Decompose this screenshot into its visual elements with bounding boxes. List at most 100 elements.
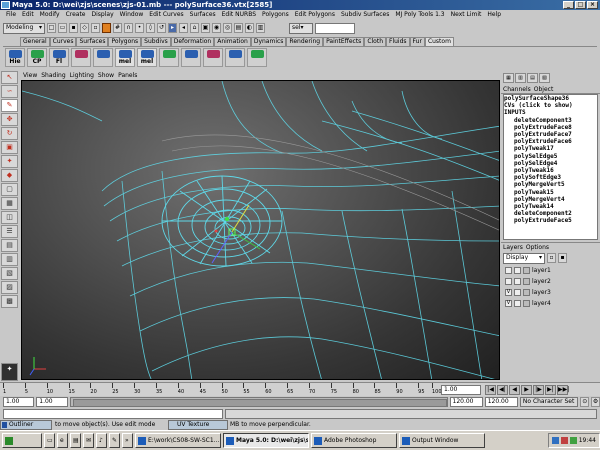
channels-menu[interactable]: Channels <box>503 85 531 93</box>
channel-layout-icon-1[interactable]: ▦ <box>503 73 514 83</box>
shelf-tab-animation[interactable]: Animation <box>214 37 251 46</box>
layout-single-icon[interactable]: ▢ <box>1 183 18 196</box>
close-button[interactable]: × <box>587 1 598 9</box>
maximize-button[interactable]: □ <box>575 1 586 9</box>
object-menu[interactable]: Object <box>534 85 554 93</box>
shelf-button-tool-10[interactable] <box>203 48 223 67</box>
mode-selector[interactable]: Modeling ▾ <box>3 22 45 34</box>
new-layer-icon[interactable]: ▫ <box>547 253 556 263</box>
show-channel-box-icon[interactable]: ▥ <box>256 23 265 33</box>
render-globals-icon[interactable]: ▤ <box>234 23 243 33</box>
taskbar-item[interactable]: Output Window <box>399 433 485 448</box>
auto-key-icon[interactable]: ⊙ <box>580 397 590 407</box>
input-node[interactable]: polyExtrudeFace7 <box>504 131 597 138</box>
layer-color-swatch[interactable] <box>523 289 530 296</box>
shelf-button-mel-1[interactable]: mel <box>115 48 135 67</box>
channel-layout-icon-3[interactable]: ▤ <box>527 73 538 83</box>
shelf-tab-rendering[interactable]: Rendering <box>286 37 324 46</box>
construction-history-icon[interactable]: ⌂ <box>190 23 199 33</box>
layer-row[interactable]: Vlayer3 <box>501 287 600 298</box>
menu-display[interactable]: Display <box>89 10 117 19</box>
taskbar-item[interactable]: Adobe Photoshop <box>311 433 397 448</box>
menu-edit-curves[interactable]: Edit Curves <box>146 10 186 19</box>
step-back-frame-button[interactable]: ◀ <box>509 385 520 395</box>
shelf-tab-deformation[interactable]: Deformation <box>170 37 215 46</box>
start-time-field[interactable]: 1.00 <box>3 397 35 407</box>
uv-texture-window-button[interactable]: UV Texture <box>168 420 228 430</box>
show-attr-icon[interactable]: ◐ <box>245 23 254 33</box>
shelf-button-fl[interactable]: Fl <box>49 48 69 67</box>
select-component-icon[interactable] <box>102 23 111 33</box>
input-node[interactable]: polySoftEdge3 <box>504 174 597 181</box>
taskbar-item[interactable]: Maya 5.0: D:\wei\zjs\s... <box>223 433 309 448</box>
layout-outliner-icon[interactable]: ▤ <box>1 239 18 252</box>
lasso-tool-icon[interactable]: ∽ <box>1 85 18 98</box>
layer-visibility-toggle[interactable]: V <box>505 300 512 307</box>
time-slider[interactable]: 1 5 10 15 20 25 30 35 40 45 50 55 60 65 70 75 80 85 90 95 10… <box>0 382 600 396</box>
last-tool-icon[interactable]: ◆ <box>1 169 18 182</box>
layout-graph-icon[interactable]: ▥ <box>1 253 18 266</box>
layer-row[interactable]: layer1 <box>501 265 600 276</box>
layer-visibility-toggle[interactable] <box>505 267 512 274</box>
input-node[interactable]: deleteComponent3 <box>504 117 597 124</box>
shelf-tab-fur[interactable]: Fur <box>409 37 425 46</box>
menu-modify[interactable]: Modify <box>37 10 63 19</box>
channel-layout-icon-2[interactable]: ▥ <box>515 73 526 83</box>
shelf-button-tool-11[interactable] <box>225 48 245 67</box>
input-node[interactable]: polyExtrudeFace6 <box>504 138 597 145</box>
ipr-render-icon[interactable]: ◎ <box>223 23 232 33</box>
layer-type-toggle[interactable] <box>514 300 521 307</box>
network-tray-icon[interactable] <box>551 437 559 444</box>
shelf-tab-cloth[interactable]: Cloth <box>364 37 386 46</box>
range-bar[interactable] <box>69 397 448 407</box>
snap-plane-icon[interactable]: ◊ <box>146 23 155 33</box>
quicklaunch-desktop-icon[interactable]: ▭ <box>44 433 55 448</box>
menu-next-limit[interactable]: Next Limit <box>448 10 485 19</box>
perspective-viewport[interactable] <box>21 80 500 380</box>
paint-select-tool-icon[interactable]: ✎ <box>1 99 18 112</box>
rotate-tool-icon[interactable]: ↻ <box>1 127 18 140</box>
quicklaunch-tool-icon[interactable]: ✎ <box>109 433 120 448</box>
step-back-key-button[interactable]: ◀| <box>497 385 508 395</box>
scale-tool-icon[interactable]: ▣ <box>1 141 18 154</box>
shelf-button-tool-9[interactable] <box>181 48 201 67</box>
command-input[interactable] <box>3 409 223 419</box>
channel-list[interactable]: polySurfaceShape36 CVs (click to show) I… <box>503 94 598 240</box>
layer-row[interactable]: layer2 <box>501 276 600 287</box>
layer-type-toggle[interactable] <box>514 278 521 285</box>
shelf-tab-general[interactable]: General <box>20 37 50 46</box>
render-icon[interactable]: ◉ <box>212 23 221 33</box>
layout-four-icon[interactable]: ▦ <box>1 197 18 210</box>
input-node[interactable]: polySelEdge4 <box>504 160 597 167</box>
move-tool-icon[interactable]: ✥ <box>1 113 18 126</box>
menu-surfaces[interactable]: Surfaces <box>187 10 219 19</box>
step-forward-frame-button[interactable]: |▶ <box>533 385 544 395</box>
cvs-label[interactable]: CVs (click to show) <box>504 102 597 109</box>
input-node[interactable]: polySelEdge5 <box>504 153 597 160</box>
layout-uv-icon[interactable]: ▨ <box>1 281 18 294</box>
go-to-end-button[interactable]: ▶▶| <box>557 385 569 395</box>
input-node[interactable]: polyTweak15 <box>504 189 597 196</box>
shelf-button-cp[interactable]: CP <box>27 48 47 67</box>
output-ops-icon[interactable]: ◂ <box>179 23 188 33</box>
options-menu[interactable]: Options <box>526 243 549 251</box>
clock[interactable]: 19:44 <box>579 437 596 444</box>
menu-mj-poly-tools-1-3[interactable]: MJ Poly Tools 1.3 <box>392 10 447 19</box>
render-view-icon[interactable]: ▣ <box>201 23 210 33</box>
menu-polygons[interactable]: Polygons <box>259 10 292 19</box>
layer-visibility-toggle[interactable]: V <box>505 289 512 296</box>
snap-point-icon[interactable]: • <box>135 23 144 33</box>
layer-row[interactable]: Vlayer4 <box>501 298 600 309</box>
minimize-button[interactable]: _ <box>563 1 574 9</box>
quicklaunch-more-icon[interactable]: » <box>122 433 133 448</box>
layer-color-swatch[interactable] <box>523 278 530 285</box>
select-tool-icon[interactable]: ↖ <box>1 71 18 84</box>
input-ops-icon[interactable]: ▸ <box>168 23 177 33</box>
playback-start-field[interactable]: 1.00 <box>36 397 68 407</box>
shelf-tab-painteffects[interactable]: PaintEffects <box>323 37 365 46</box>
input-node[interactable]: polyMergeVert5 <box>504 181 597 188</box>
quicklaunch-app-icon[interactable]: ✉ <box>83 433 94 448</box>
layers-menu[interactable]: Layers <box>503 243 523 251</box>
current-frame-field[interactable]: 1.00 <box>441 385 481 395</box>
channel-layout-icon-4[interactable]: ▧ <box>539 73 550 83</box>
